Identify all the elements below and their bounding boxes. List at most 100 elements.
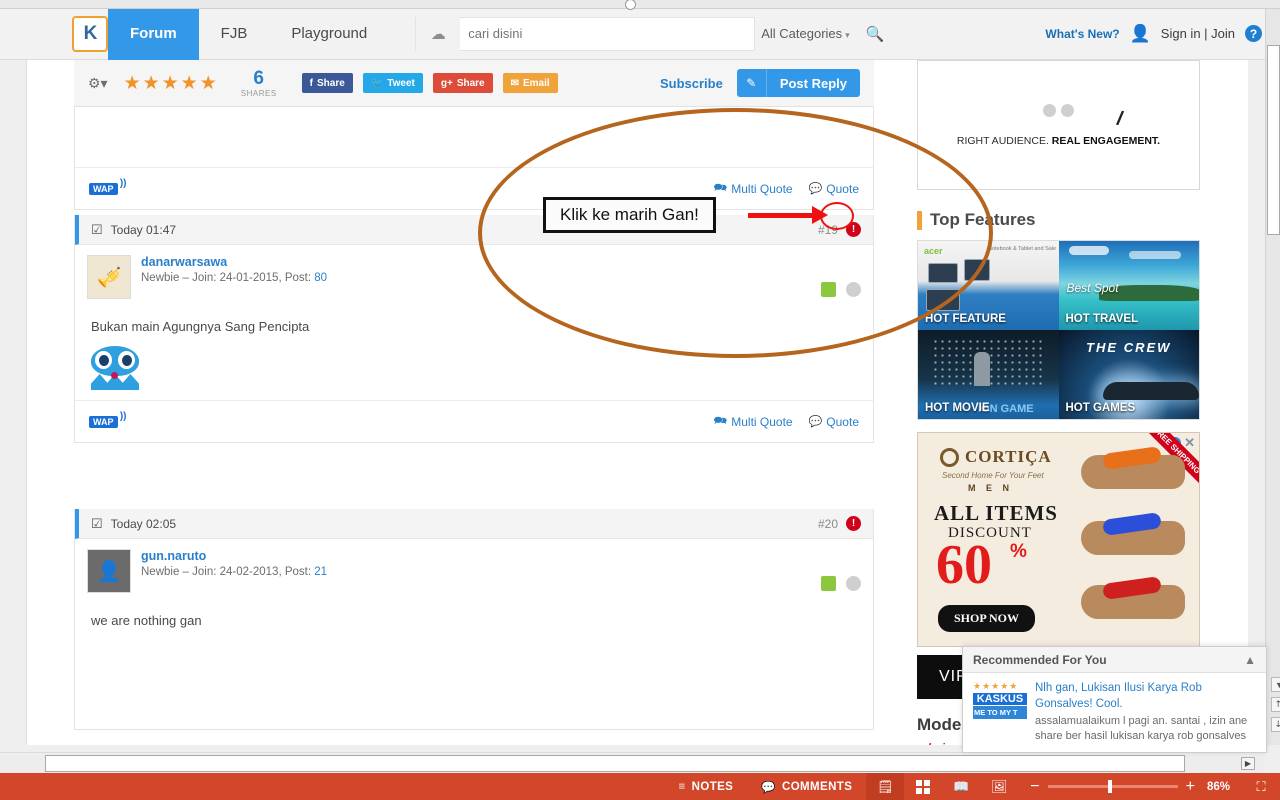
report-icon[interactable]: ! — [846, 222, 861, 237]
wap-icon[interactable]: WAP — [89, 411, 126, 428]
post-reply-button[interactable]: ✎ Post Reply — [736, 69, 860, 97]
post-20-user: 👤 gun.naruto Newbie – Join: 24-02-2013, … — [75, 539, 873, 599]
zoom-slider-knob[interactable] — [1107, 780, 1112, 793]
kaskus-badge: KASKUS — [973, 693, 1027, 705]
post-19-number[interactable]: #19 — [818, 223, 838, 237]
cortica-logo: CORTIÇA — [940, 447, 1052, 467]
post-20-usermeta: Newbie – Join: 24-02-2013, Post: 21 — [141, 566, 327, 578]
reputation-cup-icon[interactable] — [821, 282, 836, 297]
email-share-button[interactable]: ✉ Email — [502, 73, 558, 93]
vertical-scrollbar-thumb[interactable] — [1267, 45, 1280, 235]
reputation-gray-icon[interactable] — [846, 576, 861, 591]
ad-tagline-bold: REAL ENGAGEMENT. — [1051, 134, 1161, 147]
post-20-time: Today 02:05 — [110, 516, 177, 531]
horizontal-scrollbar-thumb[interactable] — [45, 755, 1185, 772]
vertical-scrollbar[interactable] — [1265, 9, 1280, 745]
sign-in-link[interactable]: Sign in | Join — [1161, 26, 1235, 41]
chevron-up-icon[interactable]: ▲ — [1244, 653, 1256, 667]
quote-link[interactable]: 💬 Quote — [809, 415, 859, 429]
zoom-in-button[interactable]: + — [1186, 778, 1195, 796]
post-20-username[interactable]: gun.naruto — [141, 549, 327, 563]
multi-quote-link[interactable]: 🗪 Multi Quote — [714, 179, 793, 198]
nav-tab-fjb[interactable]: FJB — [199, 8, 270, 60]
zoom-slider[interactable] — [1047, 780, 1178, 793]
zoom-out-button[interactable]: − — [1030, 778, 1039, 796]
report-icon[interactable]: ! — [846, 516, 861, 531]
tile-hot-movie[interactable]: ION GAME HOT MOVIE — [918, 330, 1059, 419]
post-19-usermeta: Newbie – Join: 24-01-2015, Post: 80 — [141, 272, 327, 284]
post-19-user: 🎺 danarwarsawa Newbie – Join: 24-01-2015… — [75, 245, 873, 305]
horizontal-scrollbar[interactable]: ▶ — [0, 752, 1265, 773]
nav-tab-forum[interactable]: Forum — [108, 7, 199, 60]
top-banner-ad[interactable]: / RIGHT AUDIENCE. REAL ENGAGEMENT. — [917, 60, 1200, 190]
page-viewport: ⚙▾ ★★★★★ 6 SHARES f Share 🐦 Tweet g+ Sha… — [0, 60, 1248, 745]
gear-icon[interactable]: ⚙▾ — [88, 75, 108, 92]
tile-hot-feature[interactable]: acer Notebook & Tablet and Sale HOT FEAT… — [918, 241, 1059, 330]
multi-quote-link[interactable]: 🗪 Multi Quote — [714, 412, 793, 431]
twitter-share-button[interactable]: 🐦 Tweet — [362, 73, 423, 93]
scroll-top-icon[interactable]: ⇈ — [1271, 697, 1280, 712]
quote-link[interactable]: 💬 Quote — [809, 182, 859, 196]
recommended-item[interactable]: ★★★★★ KASKUS ME TO MY T Nlh gan, Lukisan… — [963, 673, 1266, 752]
whats-new-link[interactable]: What's New? — [1045, 27, 1119, 41]
post-20-meta-prefix: Newbie – Join: 24-02-2013, Post: — [141, 566, 315, 578]
acer-logo: acer — [924, 246, 943, 256]
cortica-tagline: Second Home For Your Feet — [942, 471, 1044, 480]
checkbox-icon[interactable]: ☑ — [91, 222, 103, 238]
cortica-ad[interactable]: i ✕ FREE SHIPPING CORTIÇA Second Home Fo… — [917, 432, 1200, 647]
comments-button[interactable]: 💬 COMMENTS — [747, 773, 866, 800]
subscribe-button[interactable]: Subscribe — [660, 76, 723, 91]
wap-icon[interactable]: WAP — [89, 178, 126, 195]
help-icon[interactable]: ? — [1245, 25, 1262, 42]
google-plus-share-button[interactable]: g+ Share — [432, 73, 493, 93]
recommended-nav: ▼ ⇈ ⇊ — [1271, 677, 1280, 732]
post-19-reputation — [821, 282, 861, 299]
shop-now-button[interactable]: SHOP NOW — [938, 605, 1036, 632]
reputation-cup-icon[interactable] — [821, 576, 836, 591]
post-19-header: ☑ Today 01:47 #19 ! — [75, 215, 873, 245]
scroll-down-icon[interactable]: ▼ — [1271, 677, 1280, 692]
fullscreen-button[interactable]: ⛶ — [1242, 773, 1280, 800]
quote-icon: 💬 — [808, 416, 823, 428]
facebook-share-button[interactable]: f Share — [301, 73, 353, 93]
rating-stars[interactable]: ★★★★★ — [124, 72, 219, 95]
scroll-right-icon[interactable]: ▶ — [1241, 756, 1255, 770]
post-19-quote-actions: 🗪 Multi Quote 💬 Quote — [714, 412, 859, 431]
shocked-emoticon-icon — [91, 346, 139, 390]
nav-tab-playground[interactable]: Playground — [269, 8, 389, 60]
grid-view-button[interactable] — [904, 773, 942, 800]
top-features-grid: acer Notebook & Tablet and Sale HOT FEAT… — [917, 240, 1200, 420]
presentation-view-button[interactable]: 🖼 — [980, 773, 1018, 800]
cloud-icon[interactable]: ☁ — [416, 16, 461, 51]
tile-hot-games[interactable]: THE CREW HOT GAMES — [1058, 330, 1199, 419]
notes-button[interactable]: ≡ NOTES — [665, 773, 748, 800]
top-slider-knob[interactable] — [625, 0, 636, 10]
reputation-gray-icon[interactable] — [846, 282, 861, 297]
site-header: K Forum FJB Playground ☁ All Categories▾… — [0, 7, 1280, 60]
ad-dots-decoration — [1043, 103, 1074, 117]
post-19-username[interactable]: danarwarsawa — [141, 255, 327, 269]
ad-tagline: RIGHT AUDIENCE. REAL ENGAGEMENT. — [957, 135, 1160, 147]
kaskus-logo[interactable]: K — [72, 15, 108, 52]
search-icon[interactable]: 🔍 — [856, 25, 897, 43]
recommended-header[interactable]: Recommended For You ▲ — [963, 647, 1266, 673]
checkbox-icon[interactable]: ☑ — [91, 516, 103, 532]
browser-top-strip — [0, 0, 1280, 10]
recommended-item-title[interactable]: Nlh gan, Lukisan Ilusi Karya Rob Gonsalv… — [1035, 681, 1256, 712]
cortica-c-icon — [940, 447, 959, 467]
page-content: ⚙▾ ★★★★★ 6 SHARES f Share 🐦 Tweet g+ Sha… — [26, 60, 1248, 745]
single-page-view-button[interactable]: 🗒 — [866, 773, 905, 800]
tile-hot-travel[interactable]: Best Spot HOT TRAVEL — [1058, 241, 1199, 330]
post-20-number[interactable]: #20 — [818, 517, 838, 531]
search-input[interactable] — [460, 17, 755, 50]
avatar[interactable]: 🎺 — [87, 255, 131, 299]
viewer-toolbar-controls: ≡ NOTES 💬 COMMENTS 🗒 📖 🖼 − + 86% ⛶ — [665, 773, 1280, 800]
multi-quote-icon: 🗪 — [713, 415, 728, 427]
scroll-bottom-icon[interactable]: ⇊ — [1271, 717, 1280, 732]
quote-actions: 🗪 Multi Quote 💬 Quote — [714, 179, 859, 198]
book-view-button[interactable]: 📖 — [942, 773, 980, 800]
avatar[interactable]: 👤 — [87, 549, 131, 593]
chevron-down-icon: ▾ — [845, 30, 850, 40]
category-selector[interactable]: All Categories ▾ — [755, 26, 855, 41]
cortica-brand: CORTIÇA — [965, 447, 1052, 466]
